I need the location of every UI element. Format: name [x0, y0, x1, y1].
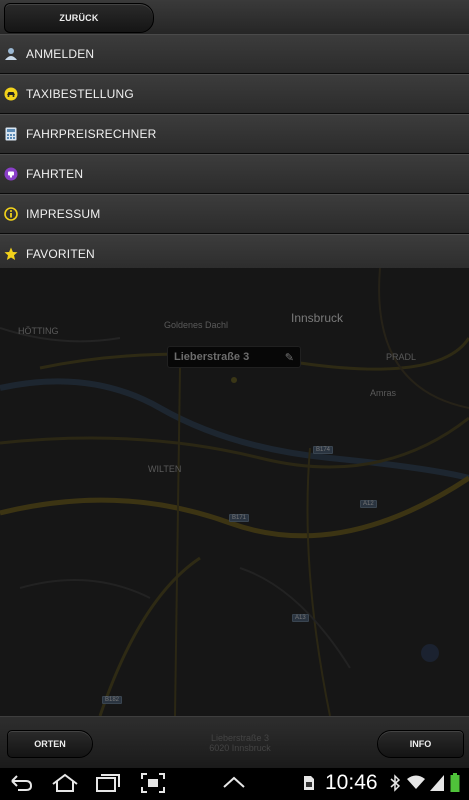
back-nav-icon[interactable] [8, 772, 34, 799]
map-label-city: Innsbruck [291, 311, 344, 325]
map-label-district: WILTEN [148, 464, 182, 474]
star-icon [4, 247, 18, 261]
orten-button[interactable]: ORTEN [7, 730, 93, 758]
map-label-district: HÖTTING [18, 326, 59, 336]
menu-item-label: TAXIBESTELLUNG [26, 87, 134, 101]
menu-item-label: FAHRPREISRECHNER [26, 127, 157, 141]
menu-item-label: FAHRTEN [26, 167, 84, 181]
info-button[interactable]: INFO [377, 730, 464, 758]
calculator-icon [4, 127, 18, 141]
home-nav-icon[interactable] [50, 772, 80, 799]
edit-icon[interactable]: ✎ [285, 351, 294, 364]
road-shield: B171 [229, 514, 250, 522]
road-shield: A13 [292, 614, 309, 622]
clock: 10:46 [325, 771, 378, 794]
address-pin-callout[interactable]: Lieberstraße 3 ✎ [167, 346, 301, 368]
battery-icon [450, 773, 460, 798]
top-bar: ZURÜCK [0, 0, 469, 35]
signal-icon [429, 774, 445, 797]
road-shield: B174 [313, 446, 334, 454]
map-label-poi: Goldenes Dachl [164, 320, 229, 330]
map-view[interactable]: Innsbruck HÖTTING Goldenes Dachl WILTEN … [0, 268, 469, 716]
road-shield: B182 [102, 696, 123, 704]
bluetooth-icon [390, 774, 401, 797]
map-roads [0, 268, 469, 716]
current-address: Lieberstraße 3 6020 Innsbruck [190, 733, 290, 753]
screenshot-icon[interactable] [140, 772, 166, 799]
info-icon [4, 207, 18, 221]
main-menu: ANMELDEN TAXIBESTELLUNG FAHRPREISRECHNER… [0, 34, 469, 274]
back-button[interactable]: ZURÜCK [4, 3, 154, 33]
taxi-icon [4, 87, 18, 101]
menu-item-impressum[interactable]: IMPRESSUM [0, 194, 469, 234]
pin-address: Lieberstraße 3 [174, 351, 250, 363]
menu-item-label: ANMELDEN [26, 47, 95, 61]
road-shield: A12 [360, 500, 377, 508]
menu-item-fahrpreisrechner[interactable]: FAHRPREISRECHNER [0, 114, 469, 154]
menu-item-fahrten[interactable]: FAHRTEN [0, 154, 469, 194]
user-icon [4, 47, 18, 61]
menu-item-label: IMPRESSUM [26, 207, 101, 221]
map-label-district: PRADL [386, 352, 417, 362]
address-line-street: Lieberstraße 3 [210, 733, 270, 743]
address-line-city: 6020 Innsbruck [209, 743, 271, 753]
trips-icon [4, 167, 18, 181]
system-bar: 10:46 [0, 768, 469, 800]
bottom-bar: ORTEN Lieberstraße 3 6020 Innsbruck INFO [0, 716, 469, 769]
menu-item-label: FAVORITEN [26, 247, 95, 261]
menu-item-taxibestellung[interactable]: TAXIBESTELLUNG [0, 74, 469, 114]
wifi-icon [406, 773, 426, 796]
menu-item-anmelden[interactable]: ANMELDEN [0, 34, 469, 74]
chevron-up-icon[interactable] [221, 772, 247, 799]
recent-apps-icon[interactable] [94, 772, 122, 799]
sim-card-icon [303, 775, 315, 796]
map-label-district: Amras [370, 388, 397, 398]
